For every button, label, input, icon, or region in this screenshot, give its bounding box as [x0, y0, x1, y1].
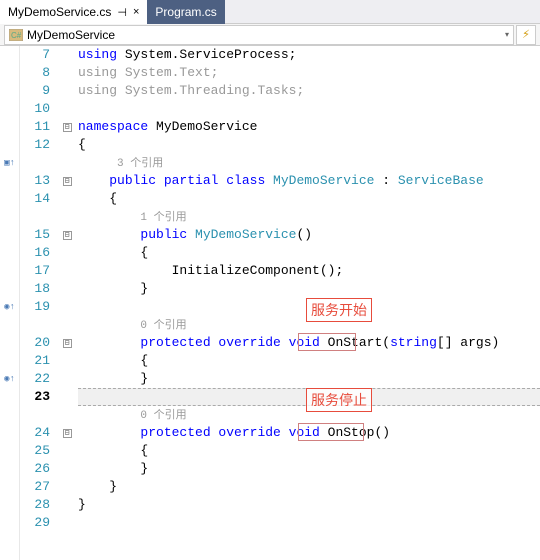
pin-icon[interactable]: ⊣ [117, 6, 127, 19]
code-line: 1 个引用 [78, 208, 540, 226]
codelens[interactable]: 0 个引用 [140, 410, 186, 422]
codelens[interactable]: 1 个引用 [140, 212, 186, 224]
line-number: 13 [20, 172, 50, 190]
line-number: 28 [20, 496, 50, 514]
line-number [20, 208, 50, 226]
code-line: } [78, 496, 540, 514]
annotation-stop: 服务停止 [306, 388, 372, 412]
dropdown-label: MyDemoService [27, 28, 115, 42]
tab-label: MyDemoService.cs [8, 5, 111, 19]
code-line: using System.Threading.Tasks; [78, 82, 540, 100]
reference-glyph-icon[interactable]: ▣↑ [0, 154, 19, 172]
code-line: 3 个引用 [78, 154, 540, 172]
implement-glyph-icon[interactable]: ◉↑ [0, 370, 19, 388]
fold-toggle[interactable]: ⊟ [63, 429, 72, 438]
nav-bar: C# MyDemoService ▾ ⚡ [0, 24, 540, 46]
code-line: public MyDemoService() [78, 226, 540, 244]
code-line: } [78, 280, 540, 298]
codelens[interactable]: 0 个引用 [140, 320, 186, 332]
code-line: using System.ServiceProcess; [78, 46, 540, 64]
events-button[interactable]: ⚡ [516, 25, 536, 45]
fold-column: ⊟ ⊟ ⊟ ⊟ ⊟ [60, 46, 74, 560]
code-line: protected override void OnStop() [78, 424, 540, 442]
line-number: 24 [20, 424, 50, 442]
fold-toggle[interactable]: ⊟ [63, 123, 72, 132]
code-line [78, 514, 540, 532]
line-number: 16 [20, 244, 50, 262]
tab-active[interactable]: MyDemoService.cs ⊣ × [0, 0, 147, 24]
line-number-gutter: 7 8 9 10 11 12 13 14 15 16 17 18 19 20 2… [20, 46, 60, 560]
code-editor[interactable]: ▣↑ ◉↑ ◉↑ 7 8 9 10 11 12 13 14 15 16 17 1… [0, 46, 540, 560]
chevron-down-icon: ▾ [505, 30, 509, 39]
line-number: 26 [20, 460, 50, 478]
code-line: { [78, 442, 540, 460]
codelens[interactable]: 3 个引用 [117, 158, 163, 170]
line-number: 12 [20, 136, 50, 154]
code-line: } [78, 370, 540, 388]
line-number: 27 [20, 478, 50, 496]
code-line: { [78, 352, 540, 370]
line-number: 25 [20, 442, 50, 460]
line-number: 10 [20, 100, 50, 118]
tab-bar: MyDemoService.cs ⊣ × Program.cs [0, 0, 540, 24]
line-number: 19 [20, 298, 50, 316]
implement-glyph-icon[interactable]: ◉↑ [0, 298, 19, 316]
code-line: { [78, 190, 540, 208]
line-number: 8 [20, 64, 50, 82]
fold-toggle[interactable]: ⊟ [63, 231, 72, 240]
code-line [78, 100, 540, 118]
line-number: 7 [20, 46, 50, 64]
code-line: using System.Text; [78, 64, 540, 82]
line-number: 15 [20, 226, 50, 244]
close-icon[interactable]: × [133, 6, 139, 18]
code-line: public partial class MyDemoService : Ser… [78, 172, 540, 190]
line-number [20, 406, 50, 424]
line-number [20, 316, 50, 334]
annotation-start: 服务开始 [306, 298, 372, 322]
csharp-file-icon: C# [9, 29, 23, 41]
line-number: 21 [20, 352, 50, 370]
line-number: 29 [20, 514, 50, 532]
code-line: InitializeComponent(); [78, 262, 540, 280]
code-line: { [78, 244, 540, 262]
line-number: 14 [20, 190, 50, 208]
code-line: { [78, 136, 540, 154]
lightning-icon: ⚡ [522, 27, 530, 42]
class-dropdown[interactable]: C# MyDemoService ▾ [4, 25, 514, 45]
tab-inactive[interactable]: Program.cs [147, 0, 224, 24]
line-number: 20 [20, 334, 50, 352]
code-line: } [78, 478, 540, 496]
line-number: 11 [20, 118, 50, 136]
code-line: protected override void OnStart(string[]… [78, 334, 540, 352]
code-area[interactable]: using System.ServiceProcess; using Syste… [74, 46, 540, 560]
line-number: 22 [20, 370, 50, 388]
fold-toggle[interactable]: ⊟ [63, 177, 72, 186]
line-number: 23 [20, 388, 50, 406]
code-line: namespace MyDemoService [78, 118, 540, 136]
fold-toggle[interactable]: ⊟ [63, 339, 72, 348]
code-line: } [78, 460, 540, 478]
line-number [20, 154, 50, 172]
line-number: 18 [20, 280, 50, 298]
line-number: 17 [20, 262, 50, 280]
svg-text:C#: C# [11, 31, 22, 40]
tab-label: Program.cs [155, 5, 216, 19]
line-number: 9 [20, 82, 50, 100]
margin-column: ▣↑ ◉↑ ◉↑ [0, 46, 20, 560]
